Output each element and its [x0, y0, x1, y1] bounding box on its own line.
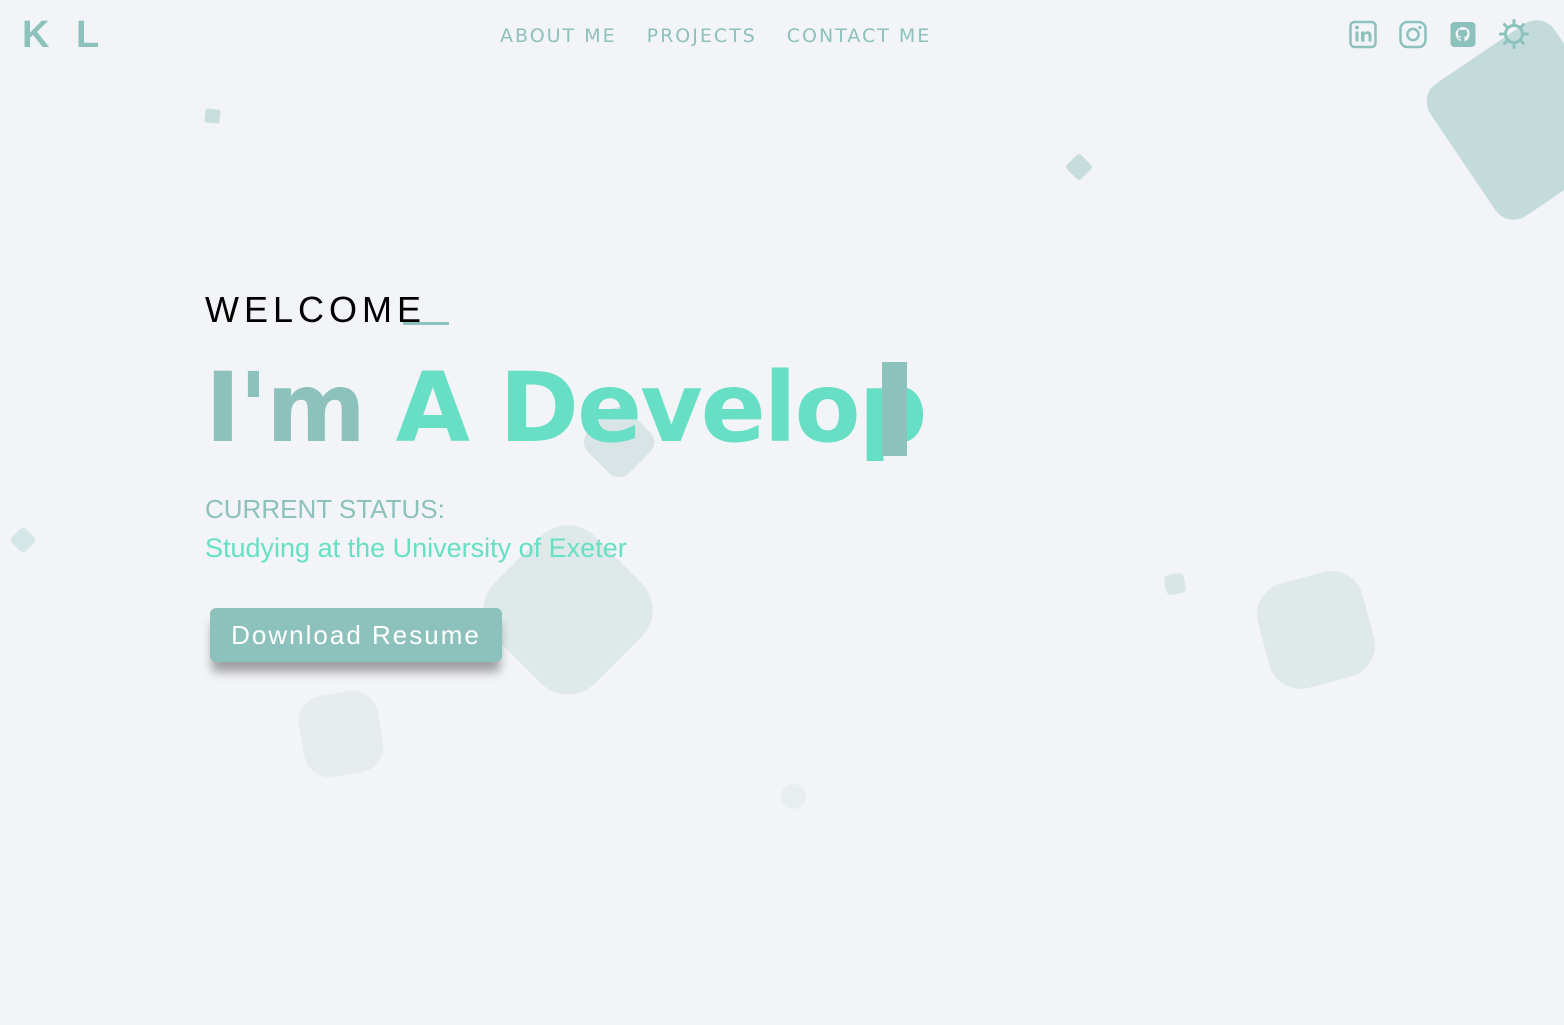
- typing-cursor: [882, 362, 907, 456]
- site-logo[interactable]: K L: [22, 14, 107, 56]
- nav-about-me[interactable]: ABOUT ME: [500, 22, 617, 50]
- linkedin-icon[interactable]: [1349, 19, 1377, 49]
- headline-typed-text: A Develop: [395, 352, 928, 464]
- page: K L ABOUT ME PROJECTS CONTACT ME WELCOME…: [0, 0, 1564, 1025]
- nav-contact-me[interactable]: CONTACT ME: [787, 22, 932, 50]
- status-value: Studying at the University of Exeter: [205, 533, 627, 563]
- decorative-shape: [781, 784, 806, 809]
- decorative-shape: [1163, 572, 1187, 596]
- status-label: CURRENT STATUS:: [205, 494, 445, 524]
- welcome-text: WELCOME: [205, 289, 427, 330]
- social-links: [1349, 19, 1529, 49]
- instagram-icon[interactable]: [1399, 19, 1427, 49]
- decorative-shape: [1249, 563, 1383, 697]
- download-resume-button[interactable]: Download Resume: [210, 608, 502, 662]
- github-icon[interactable]: [1449, 19, 1477, 49]
- decorative-shape: [1064, 152, 1094, 182]
- decorative-shape: [8, 525, 38, 555]
- headline-prefix: I'm: [205, 352, 396, 464]
- nav-projects[interactable]: PROJECTS: [647, 22, 757, 50]
- hero-headline: I'm A Develop: [205, 352, 928, 464]
- main-nav: ABOUT ME PROJECTS CONTACT ME: [500, 22, 931, 50]
- welcome-underline: [403, 322, 449, 325]
- theme-toggle-sun-icon[interactable]: [1499, 19, 1529, 49]
- decorative-shape: [204, 108, 221, 124]
- decorative-shape: [294, 686, 388, 782]
